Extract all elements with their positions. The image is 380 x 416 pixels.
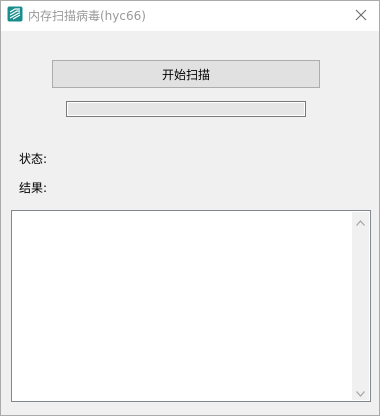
scroll-down-button[interactable] <box>352 383 369 400</box>
vertical-scrollbar[interactable] <box>352 212 369 400</box>
scan-progress-bar <box>66 101 306 117</box>
app-window: 内存扫描病毒(hyc66) 开始扫描 状态: 结果: <box>0 0 380 416</box>
chevron-down-icon <box>356 382 365 401</box>
window-title: 内存扫描病毒(hyc66) <box>28 9 146 23</box>
chevron-up-icon <box>356 211 365 230</box>
title-bar: 内存扫描病毒(hyc66) <box>1 1 379 31</box>
result-output-textbox[interactable] <box>11 210 371 402</box>
result-label: 结果: <box>19 181 48 195</box>
scroll-up-button[interactable] <box>352 212 369 229</box>
status-label: 状态: <box>19 152 48 166</box>
close-icon <box>355 6 367 25</box>
close-button[interactable] <box>343 1 379 29</box>
app-logo-icon <box>7 6 23 22</box>
start-scan-button[interactable]: 开始扫描 <box>52 60 320 88</box>
